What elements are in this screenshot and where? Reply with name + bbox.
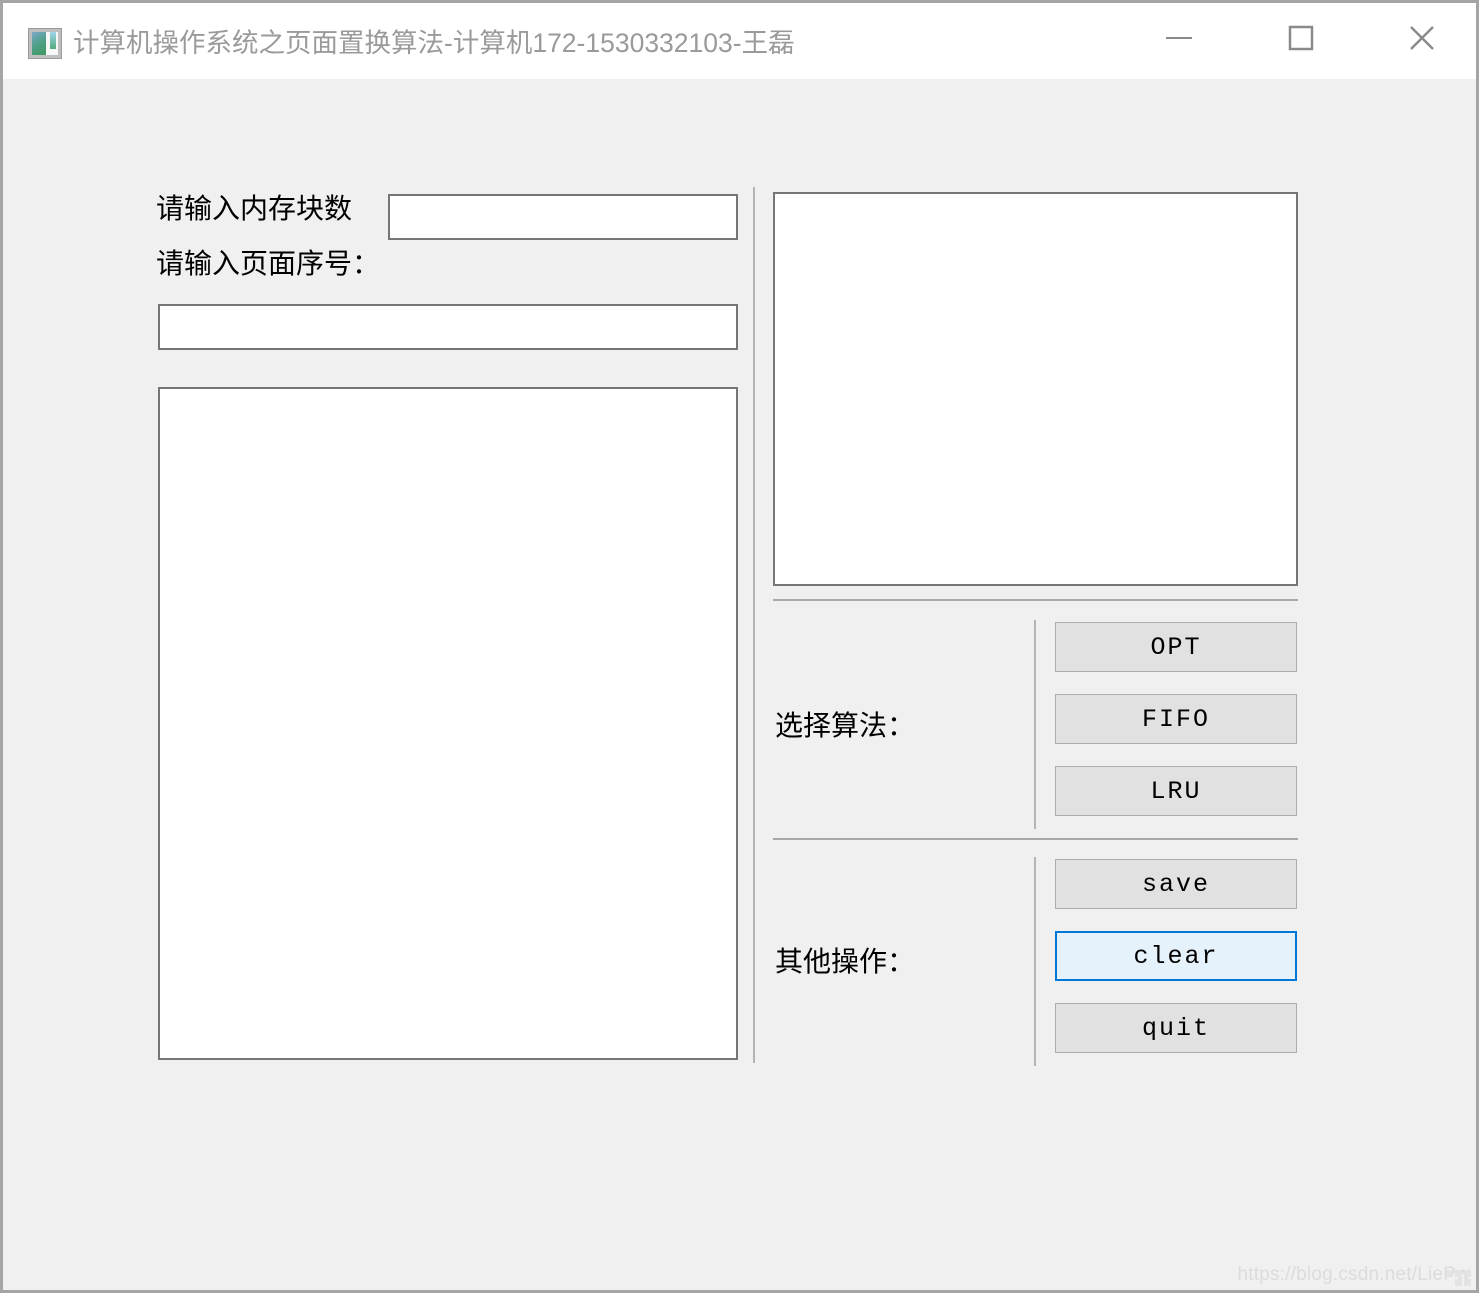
column-divider [753,187,755,1063]
quit-button[interactable]: quit [1055,1003,1297,1053]
minimize-icon [1166,37,1192,39]
operations-group-separator [773,838,1298,840]
output-display-area[interactable] [773,192,1298,586]
title-bar: 计算机操作系统之页面置换算法-计算机172-1530332103-王磊 [3,3,1476,80]
minimize-button[interactable] [1133,3,1225,73]
output-display-content [775,194,1296,206]
client-area: 请输入内存块数 请输入页面序号： 选择算法： OPT FIFO LRU 其他操作… [3,79,1476,1290]
operations-group-rule [1034,857,1036,1066]
watermark-text: https://blog.csdn.net/LiePw [1237,1264,1470,1285]
maximize-icon [1288,25,1314,51]
algorithm-group-rule [1034,620,1036,829]
result-text-area[interactable] [158,387,738,1060]
algorithm-select-label: 选择算法： [775,710,916,741]
page-sequence-input[interactable] [158,304,738,350]
other-operations-label: 其他操作： [775,946,916,977]
app-image-icon [28,28,62,59]
algorithm-button-lru[interactable]: LRU [1055,766,1297,816]
save-button[interactable]: save [1055,859,1297,909]
memory-blocks-input[interactable] [388,194,738,240]
app-window: 计算机操作系统之页面置换算法-计算机172-1530332103-王磊 请输入内… [0,0,1479,1293]
csdn-logo-icon [1446,1270,1472,1288]
algorithm-button-fifo[interactable]: FIFO [1055,694,1297,744]
window-title: 计算机操作系统之页面置换算法-计算机172-1530332103-王磊 [73,28,795,58]
close-icon [1410,26,1434,50]
memory-blocks-label: 请输入内存块数 [156,193,353,224]
maximize-button[interactable] [1255,3,1347,73]
algorithm-button-opt[interactable]: OPT [1055,622,1297,672]
result-text-content [160,389,736,401]
close-button[interactable] [1376,3,1468,73]
page-sequence-label: 请输入页面序号： [156,248,381,279]
clear-button[interactable]: clear [1055,931,1297,981]
algorithm-group-separator [773,599,1298,601]
